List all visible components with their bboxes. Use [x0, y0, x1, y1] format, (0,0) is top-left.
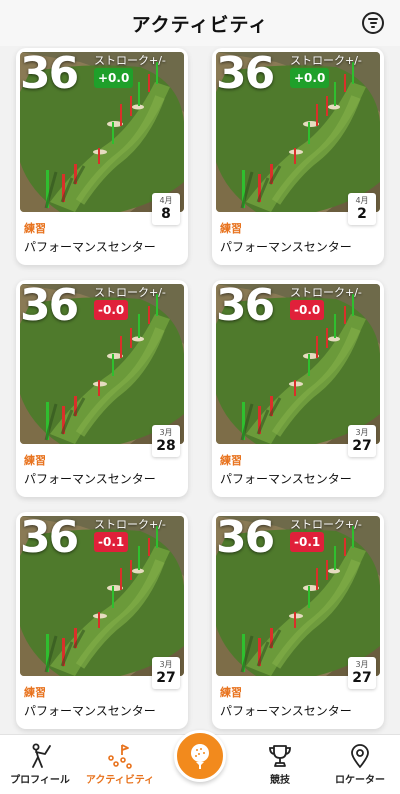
- date-day: 8: [161, 206, 171, 222]
- date-month: 4月: [355, 196, 369, 205]
- nav-activity-label: アクティビティ: [85, 775, 155, 786]
- nav-activity[interactable]: アクティビティ: [80, 735, 160, 794]
- stroke-diff-badge: +0.0: [94, 68, 134, 88]
- stroke-label: ストローク+/-: [290, 286, 362, 299]
- activity-type: 練習: [220, 686, 242, 699]
- activity-card[interactable]: 36 ストローク+/- -0.1 3月 27 練習 パフォーマンスセンター: [212, 512, 384, 729]
- venue-name: パフォーマンスセンター: [24, 704, 156, 718]
- date-month: 4月: [159, 196, 173, 205]
- stroke-label: ストローク+/-: [94, 54, 166, 67]
- venue-name: パフォーマンスセンター: [24, 472, 156, 486]
- date-day: 27: [352, 438, 372, 454]
- page-title: アクティビティ: [131, 13, 269, 36]
- activity-type: 練習: [220, 454, 242, 467]
- play-button[interactable]: [174, 730, 226, 782]
- activity-card[interactable]: 36 ストローク+/- -0.0 3月 28 練習 パフォーマンスセンター: [16, 280, 188, 497]
- stroke-diff-badge: -0.0: [290, 300, 325, 320]
- date-badge: 3月 28: [152, 425, 180, 457]
- date-day: 2: [357, 206, 367, 222]
- golf-ball-tee-icon: [191, 744, 209, 769]
- score-value: 36: [20, 512, 79, 563]
- date-month: 3月: [159, 660, 173, 669]
- activity-card[interactable]: 36 ストローク+/- -0.1 3月 27 練習 パフォーマンスセンター: [16, 512, 188, 729]
- score-value: 36: [216, 280, 275, 331]
- activity-card[interactable]: 36 ストローク+/- +0.0 4月 2 練習 パフォーマンスセンター: [212, 48, 384, 265]
- activity-card[interactable]: 36 ストローク+/- -0.0 3月 27 練習 パフォーマンスセンター: [212, 280, 384, 497]
- app-header: アクティビティ: [0, 0, 400, 46]
- stroke-label: ストローク+/-: [94, 286, 166, 299]
- venue-name: パフォーマンスセンター: [24, 240, 156, 254]
- score-value: 36: [216, 512, 275, 563]
- trophy-icon: [269, 745, 291, 767]
- nav-locator-label: ロケーター: [335, 775, 385, 786]
- score-value: 36: [20, 48, 79, 99]
- score-value: 36: [20, 280, 79, 331]
- activity-grid[interactable]: 36 ストローク+/- +0.0 4月 8 練習 パフォーマンスセンター 36 …: [0, 46, 400, 734]
- venue-name: パフォーマンスセンター: [220, 704, 352, 718]
- activity-icon: [108, 744, 132, 769]
- date-day: 27: [156, 670, 176, 686]
- stroke-label: ストローク+/-: [94, 518, 166, 531]
- stroke-diff-badge: +0.0: [290, 68, 330, 88]
- stroke-diff-badge: -0.1: [290, 532, 325, 552]
- date-day: 27: [352, 670, 372, 686]
- date-badge: 4月 2: [348, 193, 376, 225]
- activity-card[interactable]: 36 ストローク+/- +0.0 4月 8 練習 パフォーマンスセンター: [16, 48, 188, 265]
- date-badge: 4月 8: [152, 193, 180, 225]
- date-month: 3月: [159, 428, 173, 437]
- activity-type: 練習: [24, 454, 46, 467]
- venue-name: パフォーマンスセンター: [220, 240, 352, 254]
- stroke-diff-badge: -0.1: [94, 532, 129, 552]
- activity-type: 練習: [24, 222, 46, 235]
- venue-name: パフォーマンスセンター: [220, 472, 352, 486]
- nav-compete[interactable]: 競技: [240, 735, 320, 794]
- score-value: 36: [216, 48, 275, 99]
- nav-compete-label: 競技: [270, 775, 290, 786]
- date-month: 3月: [355, 428, 369, 437]
- date-month: 3月: [355, 660, 369, 669]
- date-badge: 3月 27: [348, 657, 376, 689]
- menu-circle-icon[interactable]: [362, 12, 384, 34]
- stroke-diff-badge: -0.0: [94, 300, 129, 320]
- nav-profile[interactable]: プロフィール: [0, 735, 80, 794]
- nav-profile-label: プロフィール: [10, 775, 70, 786]
- stroke-label: ストローク+/-: [290, 518, 362, 531]
- stroke-label: ストローク+/-: [290, 54, 362, 67]
- activity-type: 練習: [220, 222, 242, 235]
- date-badge: 3月 27: [348, 425, 376, 457]
- nav-locator[interactable]: ロケーター: [320, 735, 400, 794]
- golfer-icon: [32, 743, 51, 768]
- activity-type: 練習: [24, 686, 46, 699]
- date-day: 28: [156, 438, 176, 454]
- date-badge: 3月 27: [152, 657, 180, 689]
- location-pin-icon: [351, 744, 369, 768]
